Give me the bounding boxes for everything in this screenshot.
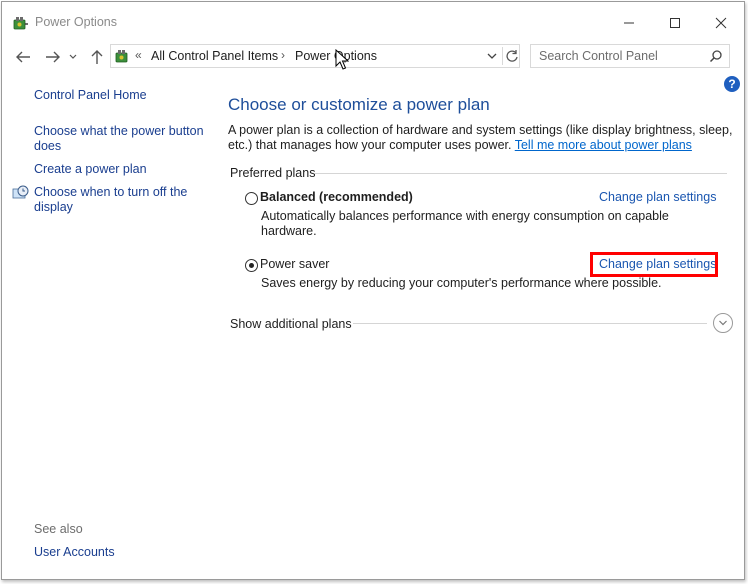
breadcrumb-all-control-panel-items[interactable]: All Control Panel Items [151, 49, 278, 63]
maximize-icon [670, 18, 680, 28]
sidebar-link-power-button[interactable]: Choose what the power button does [34, 124, 204, 154]
expand-additional-plans-button[interactable] [713, 313, 733, 333]
plan-description-balanced: Automatically balances performance with … [261, 209, 669, 238]
plan-name-power-saver[interactable]: Power saver [260, 257, 329, 271]
close-button[interactable] [698, 8, 744, 38]
plan-description-power-saver: Saves energy by reducing your computer's… [261, 276, 662, 290]
power-options-icon [13, 17, 28, 30]
help-icon[interactable]: ? [723, 75, 741, 93]
highlight-box [590, 252, 718, 277]
search-icon[interactable] [709, 49, 723, 63]
search-placeholder: Search Control Panel [539, 49, 658, 63]
maximize-button[interactable] [652, 8, 698, 38]
section-divider [315, 173, 727, 174]
sidebar-link-create-plan[interactable]: Create a power plan [34, 162, 147, 177]
chevron-right-icon[interactable]: › [281, 48, 285, 62]
up-button[interactable] [86, 47, 108, 67]
change-plan-settings-balanced-link[interactable]: Change plan settings [599, 190, 716, 204]
display-clock-icon [12, 185, 29, 199]
radio-selected-dot [249, 263, 254, 268]
control-panel-home-link[interactable]: Control Panel Home [34, 88, 147, 103]
power-saver-radio[interactable] [245, 259, 258, 272]
window-title: Power Options [35, 15, 117, 29]
see-also-label: See also [34, 522, 83, 536]
refresh-icon[interactable] [504, 47, 520, 65]
arrow-up-icon [91, 50, 103, 64]
page-description: A power plan is a collection of hardware… [228, 123, 738, 153]
minimize-button[interactable] [606, 8, 652, 38]
chevron-down-icon [719, 320, 727, 326]
address-dropdown-icon[interactable] [485, 48, 499, 64]
learn-more-link[interactable]: Tell me more about power plans [515, 138, 692, 152]
minimize-icon [624, 22, 634, 24]
plan-name-balanced[interactable]: Balanced (recommended) [260, 190, 413, 204]
preferred-plans-label: Preferred plans [230, 166, 316, 180]
recent-locations-button[interactable] [66, 47, 80, 67]
user-accounts-link[interactable]: User Accounts [34, 545, 115, 560]
page-title: Choose or customize a power plan [228, 95, 490, 114]
arrow-left-icon [16, 51, 30, 63]
power-options-window: Power Options « All Control Panel Items … [1, 1, 745, 580]
title-bar: Power Options [2, 2, 744, 42]
back-button[interactable] [12, 47, 34, 67]
search-control-panel-input[interactable]: Search Control Panel [530, 44, 730, 68]
balanced-radio[interactable] [245, 192, 258, 205]
sidebar-link-turn-off-display[interactable]: Choose when to turn off the display [34, 185, 204, 215]
address-bar[interactable]: « All Control Panel Items › Power Option… [110, 44, 520, 68]
chevron-down-icon [69, 54, 77, 59]
close-icon [715, 17, 727, 29]
additional-plans-divider [353, 323, 707, 324]
forward-button[interactable] [42, 47, 64, 67]
arrow-right-icon [46, 51, 60, 63]
double-chevron-left-icon[interactable]: « [135, 48, 142, 62]
mouse-cursor-icon [335, 49, 349, 70]
address-divider [502, 47, 503, 65]
control-panel-icon [115, 50, 128, 63]
svg-text:?: ? [728, 77, 735, 91]
show-additional-plans-label[interactable]: Show additional plans [230, 317, 352, 331]
